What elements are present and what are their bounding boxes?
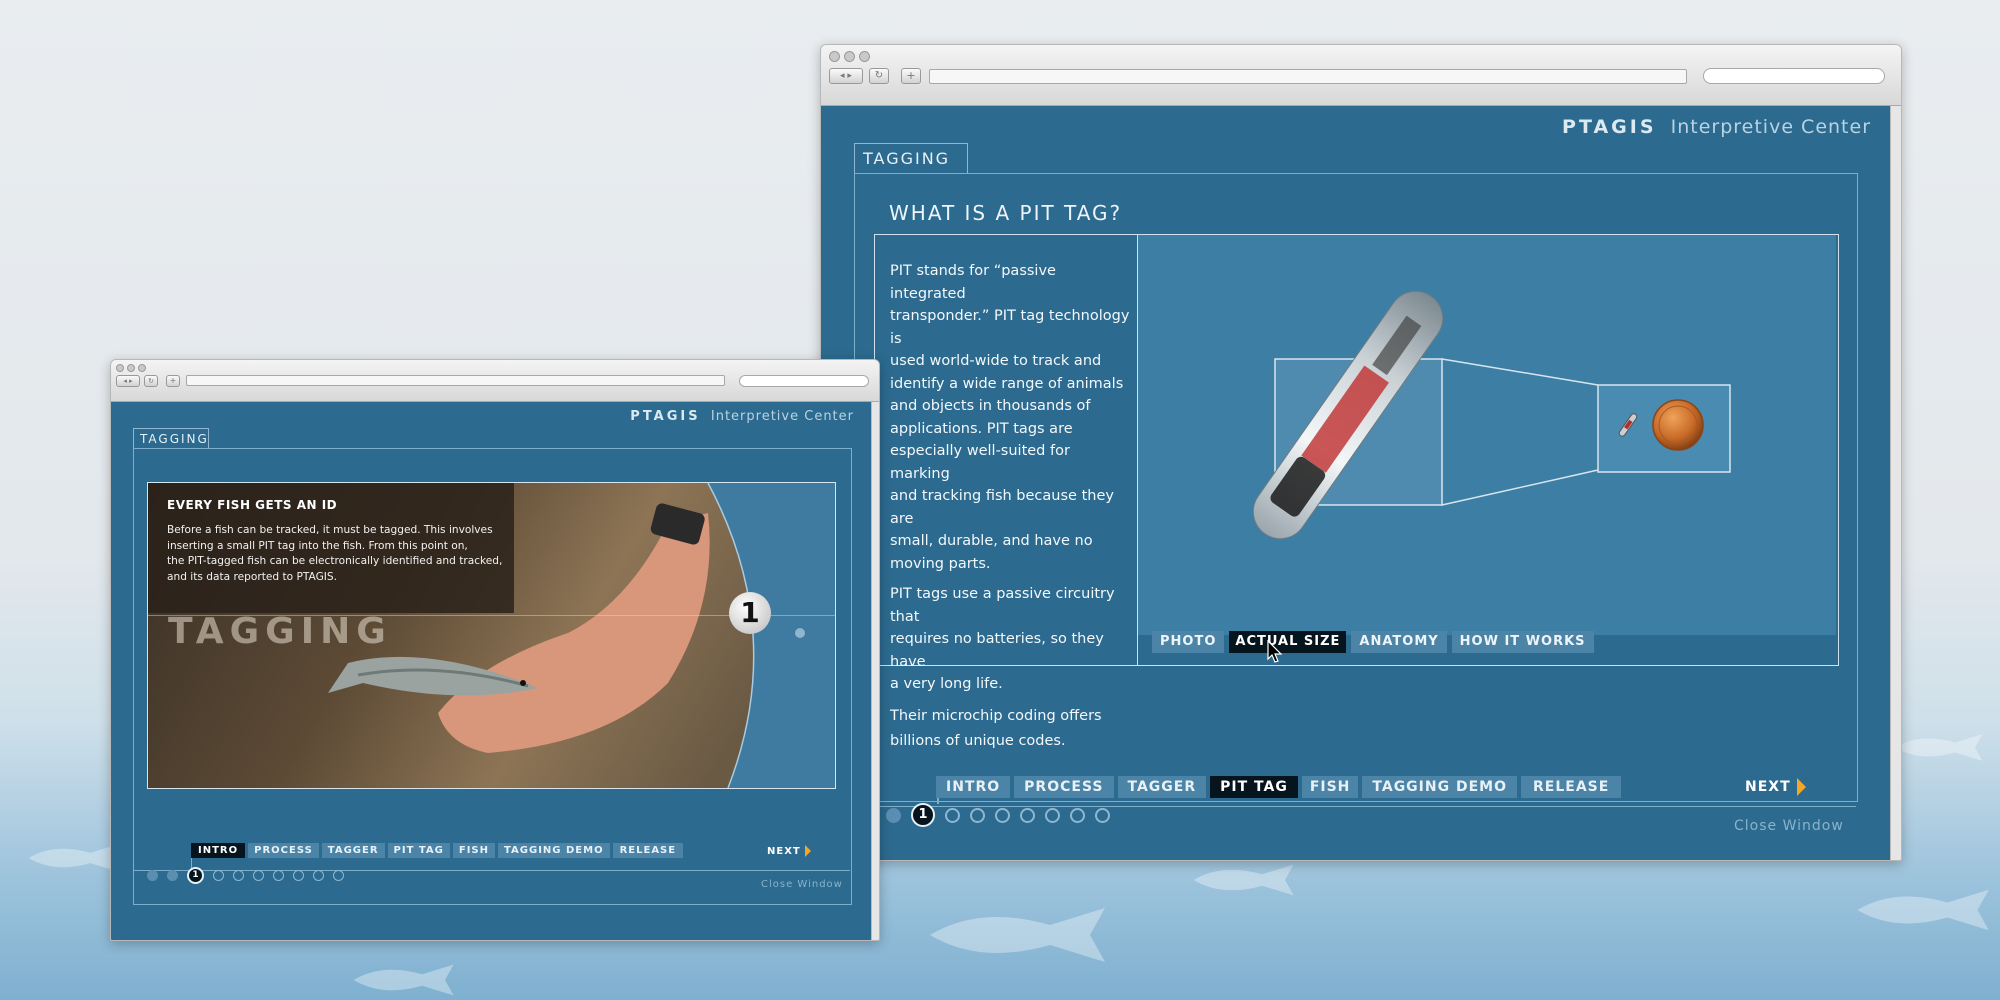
close-window-link[interactable]: Close Window [761,879,843,890]
search-field[interactable] [739,375,869,387]
nav-tagger[interactable]: TAGGER [1117,776,1207,798]
browser-toolbar: ◂ ▸ ↻ + [111,360,879,402]
penny-icon [1652,399,1704,451]
view-tabs: PHOTO ACTUAL SIZE ANATOMY HOW IT WORKS [1152,631,1594,653]
view-tab-actual-size[interactable]: ACTUAL SIZE [1229,631,1347,653]
hero-photo: EVERY FISH GETS AN ID Before a fish can … [147,482,836,789]
section-nav: INTRO PROCESS TAGGER PIT TAG FISH TAGGIN… [191,843,684,858]
scrollbar[interactable] [1890,106,1901,860]
reload-icon[interactable]: ↻ [869,68,889,84]
browser-window-small: ◂ ▸ ↻ + PTAGIS Interpretive Center TAGGI… [110,359,880,941]
paragraph-2: PIT tags use a passive circuitry that req… [890,586,1115,692]
body-text: PIT stands for “passive integrated transp… [890,260,1130,754]
address-bar[interactable] [186,375,725,386]
step-dot[interactable] [1095,807,1110,823]
nav-tagging-demo[interactable]: TAGGING DEMO [1362,776,1517,798]
page-viewport: PTAGIS Interpretive Center TAGGING WHAT … [821,106,1901,860]
page-viewport: PTAGIS Interpretive Center TAGGING EVERY… [111,402,879,940]
pit-tag-illustration [1138,235,1836,635]
fish-silhouette-bg [353,964,454,996]
add-tab-icon[interactable]: + [901,68,921,84]
back-forward-icon[interactable]: ◂ ▸ [116,375,140,387]
brand-logo: PTAGIS Interpretive Center [1562,116,1871,138]
next-arrow-icon [1796,778,1806,796]
info-panel: PIT stands for “passive integrated transp… [874,234,1839,749]
caption-body: Before a fish can be tracked, it must be… [167,524,503,583]
browser-toolbar: ◂ ▸ ↻ + [821,45,1901,106]
scrollbar[interactable] [871,402,879,940]
nav-fish[interactable]: FISH [1301,776,1359,798]
back-forward-icon[interactable]: ◂ ▸ [829,68,863,84]
view-tab-anatomy[interactable]: ANATOMY [1351,631,1447,653]
next-button[interactable]: NEXT [767,845,812,857]
nav-pit-tag[interactable]: PIT TAG [387,843,450,858]
step-dot[interactable] [333,870,344,881]
step-dot[interactable] [945,807,960,823]
step-dot[interactable] [995,807,1010,823]
nav-intro[interactable]: INTRO [191,843,246,858]
section-nav: INTRO PROCESS TAGGER PIT TAG FISH TAGGIN… [936,776,1622,798]
step-dot[interactable] [313,870,324,881]
page-title: WHAT IS A PIT TAG? [889,201,1123,225]
browser-window-large: ◂ ▸ ↻ + PTAGIS Interpretive Center TAGGI… [820,44,1902,861]
nav-process[interactable]: PROCESS [1014,776,1114,798]
nav-process[interactable]: PROCESS [248,843,319,858]
step-dot[interactable] [253,870,264,881]
step-progress: 1 [861,803,1110,827]
fish-silhouette-bg [1857,889,1989,931]
close-window-link[interactable]: Close Window [1734,818,1844,834]
glow-dot [795,628,805,638]
step-dot[interactable] [147,870,158,881]
step-dot[interactable] [1020,807,1035,823]
next-arrow-icon [805,845,812,857]
step-dot[interactable] [233,870,244,881]
section-tab[interactable]: TAGGING [854,143,968,174]
step-progress: 1 [147,867,344,884]
cursor-icon [1267,640,1283,663]
step-dot[interactable] [1045,807,1060,823]
paragraph-3: Their microchip coding offers billions of… [890,707,1102,749]
fish-silhouette-bg [1895,734,1983,761]
add-tab-icon[interactable]: + [166,375,180,387]
hero-label: TAGGING [168,611,392,652]
caption-title: EVERY FISH GETS AN ID [167,498,338,512]
nav-release[interactable]: RELEASE [612,843,684,858]
search-field[interactable] [1703,68,1885,84]
nav-intro[interactable]: INTRO [936,776,1011,798]
fish-silhouette-bg [930,908,1105,962]
next-button[interactable]: NEXT [1745,778,1806,796]
view-tab-how-it-works[interactable]: HOW IT WORKS [1451,631,1594,653]
step-badge: 1 [729,592,771,634]
paragraph-1: PIT stands for “passive integrated transp… [890,263,1130,572]
step-dot[interactable] [1070,807,1085,823]
step-dot[interactable] [213,870,224,881]
nav-tagger[interactable]: TAGGER [321,843,385,858]
nav-pit-tag[interactable]: PIT TAG [1210,776,1298,798]
step-dot[interactable] [970,807,985,823]
step-dot-current[interactable]: 1 [911,803,935,827]
view-tab-photo[interactable]: PHOTO [1152,631,1225,653]
step-dot[interactable] [273,870,284,881]
nav-release[interactable]: RELEASE [1520,776,1622,798]
nav-fish[interactable]: FISH [452,843,495,858]
step-dot[interactable] [293,870,304,881]
nav-tagging-demo[interactable]: TAGGING DEMO [498,843,610,858]
step-dot[interactable] [167,870,178,881]
reload-icon[interactable]: ↻ [144,375,158,387]
brand-logo: PTAGIS Interpretive Center [630,409,854,424]
window-controls[interactable] [829,51,870,62]
step-dot[interactable] [886,807,901,823]
section-tab[interactable]: TAGGING [133,428,209,449]
step-dot-current[interactable]: 1 [187,867,204,884]
fish-silhouette-bg [1193,864,1294,896]
address-bar[interactable] [929,69,1687,84]
window-controls[interactable] [116,364,146,372]
